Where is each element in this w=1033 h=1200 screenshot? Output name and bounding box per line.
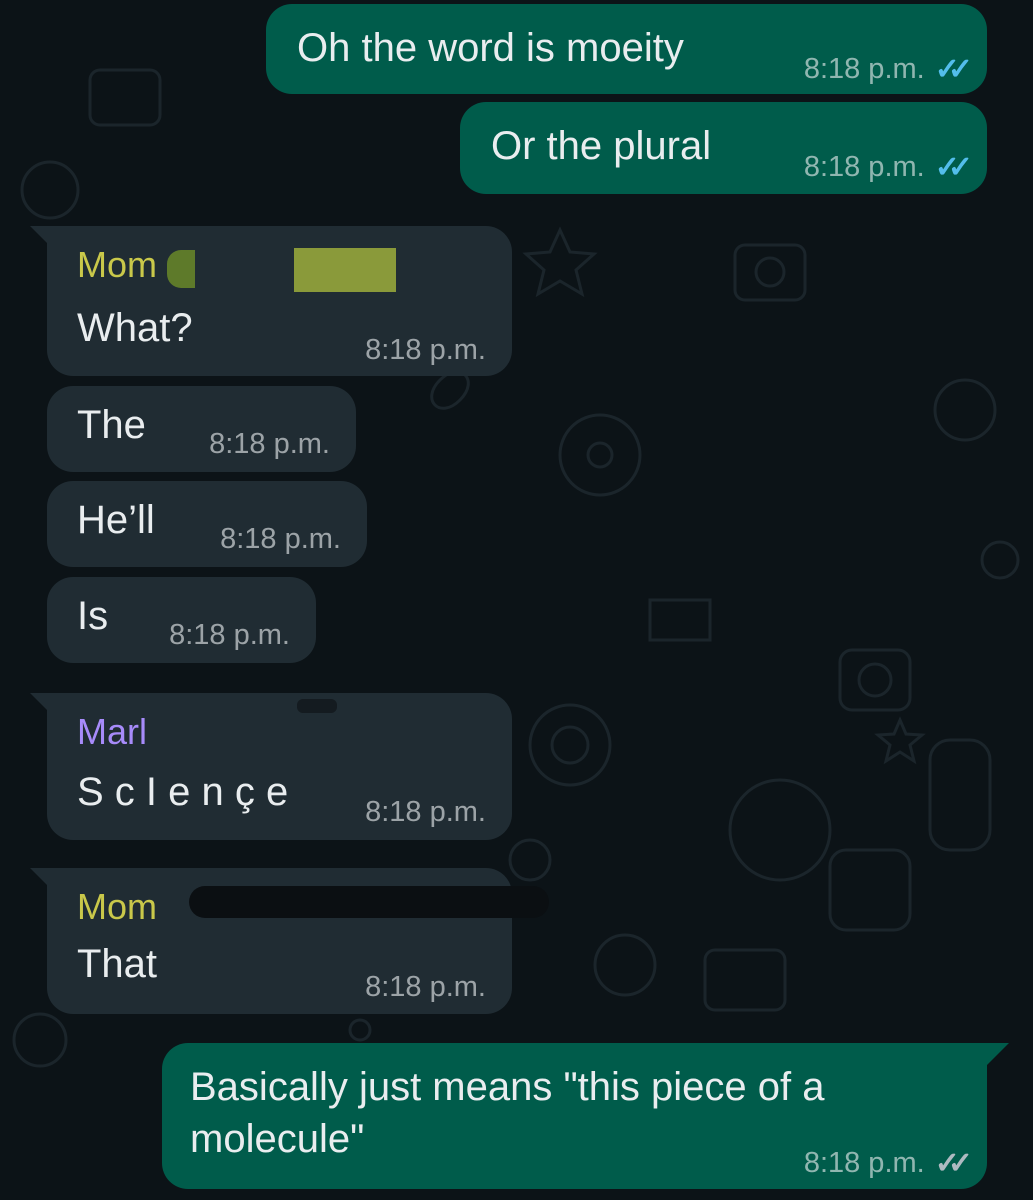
message-time: 8:18 p.m. bbox=[209, 428, 330, 460]
redacted-name-box bbox=[297, 699, 337, 713]
message-meta: 8:18 p.m. ✓✓ bbox=[803, 1146, 973, 1181]
message-meta: 8:18 p.m. bbox=[169, 619, 290, 652]
message-text-line: Basically just means "this piece of a bbox=[190, 1065, 825, 1109]
message-bubble-incoming[interactable]: The 8:18 p.m. bbox=[47, 386, 356, 472]
sender-name: Mom bbox=[77, 244, 157, 285]
message-time: 8:18 p.m. bbox=[803, 151, 925, 183]
read-ticks-icon: ✓✓ bbox=[934, 151, 973, 184]
redacted-name-box bbox=[167, 250, 195, 288]
bubble-tail bbox=[985, 1043, 1009, 1067]
message-bubble-incoming[interactable]: Is 8:18 p.m. bbox=[47, 577, 316, 663]
message-bubble-incoming[interactable]: Mom What? 8:18 p.m. bbox=[47, 226, 512, 376]
redacted-name-box bbox=[294, 248, 396, 292]
message-meta: 8:18 p.m. bbox=[220, 523, 341, 556]
message-text: What? bbox=[77, 306, 193, 350]
message-meta: 8:18 p.m. ✓✓ bbox=[803, 52, 973, 87]
message-text: That bbox=[77, 942, 158, 986]
message-bubble-incoming[interactable]: He’ll 8:18 p.m. bbox=[47, 481, 367, 567]
message-bubble-outgoing[interactable]: Oh the word is moeity 8:18 p.m. ✓✓ bbox=[266, 4, 987, 94]
message-time: 8:18 p.m. bbox=[803, 1147, 925, 1179]
message-text: Or the plural bbox=[491, 124, 712, 168]
message-time: 8:18 p.m. bbox=[365, 971, 486, 1003]
message-meta: 8:18 p.m. ✓✓ bbox=[803, 150, 973, 185]
message-meta: 8:18 p.m. bbox=[209, 428, 330, 461]
message-text: S c I e n ç e bbox=[77, 770, 289, 814]
message-time: 8:18 p.m. bbox=[169, 619, 290, 651]
message-time: 8:18 p.m. bbox=[365, 796, 486, 828]
read-ticks-icon: ✓✓ bbox=[934, 53, 973, 86]
message-bubble-incoming[interactable]: Mom That 8:18 p.m. bbox=[47, 868, 549, 1014]
message-bubble-outgoing[interactable]: Basically just means "this piece of a mo… bbox=[162, 1043, 987, 1189]
message-meta: 8:18 p.m. bbox=[365, 334, 486, 367]
message-meta: 8:18 p.m. bbox=[365, 971, 486, 1004]
message-text: Oh the word is moeity bbox=[297, 26, 684, 70]
message-time: 8:18 p.m. bbox=[803, 53, 925, 85]
message-bubble-incoming[interactable]: Marl S c I e n ç e 8:18 p.m. bbox=[47, 693, 512, 840]
message-text-line: molecule" bbox=[190, 1117, 365, 1161]
message-text: Is bbox=[77, 594, 109, 638]
message-bubble-outgoing[interactable]: Or the plural 8:18 p.m. ✓✓ bbox=[460, 102, 987, 194]
sender-name: Marl bbox=[77, 711, 147, 752]
delivered-ticks-icon: ✓✓ bbox=[934, 1147, 973, 1180]
redacted-name-box bbox=[189, 886, 549, 918]
message-meta: 8:18 p.m. bbox=[365, 796, 486, 829]
message-text: The bbox=[77, 403, 146, 447]
sender-name: Mom bbox=[77, 886, 157, 927]
message-text: He’ll bbox=[77, 498, 155, 542]
message-time: 8:18 p.m. bbox=[220, 523, 341, 555]
message-time: 8:18 p.m. bbox=[365, 334, 486, 366]
